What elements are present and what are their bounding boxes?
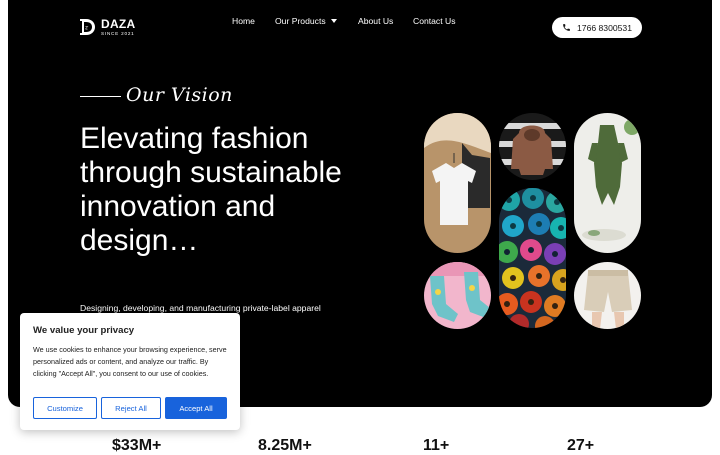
image-socks [424, 262, 491, 329]
image-hoodie [499, 113, 566, 180]
accept-all-button[interactable]: Accept All [165, 397, 227, 419]
phone-number: 1766 8300531 [577, 22, 632, 33]
stat-units: 8.25M+ [258, 437, 312, 454]
image-tshirts [424, 113, 491, 253]
nav-contact-us[interactable]: Contact Us [413, 16, 456, 26]
chevron-down-icon [330, 19, 337, 23]
logo-name: DAZA [101, 16, 136, 31]
image-shorts [574, 262, 641, 329]
logo-since: SINCE 2021 [101, 30, 135, 36]
stat-years: 11+ [423, 437, 450, 454]
cookie-consent-banner: We value your privacy We use cookies to … [20, 313, 240, 430]
vision-label: Our Vision [126, 84, 233, 106]
nav-our-products[interactable]: Our Products [275, 16, 337, 26]
nav-home[interactable]: Home [232, 16, 255, 26]
vision-divider [80, 96, 121, 97]
cookie-title: We value your privacy [33, 325, 135, 336]
hero-headline: Elevating fashion through sustainable in… [80, 122, 342, 257]
image-romper [574, 113, 641, 253]
nav-about-label: About Us [358, 16, 394, 26]
logo[interactable]: z DAZA SINCE 2021 [77, 17, 136, 37]
nav-products-label: Our Products [275, 16, 326, 26]
cookie-description: We use cookies to enhance your browsing … [33, 345, 227, 378]
reject-all-button[interactable]: Reject All [101, 397, 161, 419]
stat-revenue: $33M+ [112, 437, 162, 454]
nav-about-us[interactable]: About Us [358, 16, 393, 26]
phone-icon [562, 19, 571, 37]
phone-button[interactable]: 1766 8300531 [552, 17, 642, 38]
image-thread-spools [499, 188, 566, 328]
nav-contact-label: Contact Us [413, 16, 456, 26]
nav-home-label: Home [232, 16, 255, 26]
logo-mark-icon: z [77, 17, 97, 37]
customize-button[interactable]: Customize [33, 397, 97, 419]
stat-count: 27+ [567, 437, 595, 454]
